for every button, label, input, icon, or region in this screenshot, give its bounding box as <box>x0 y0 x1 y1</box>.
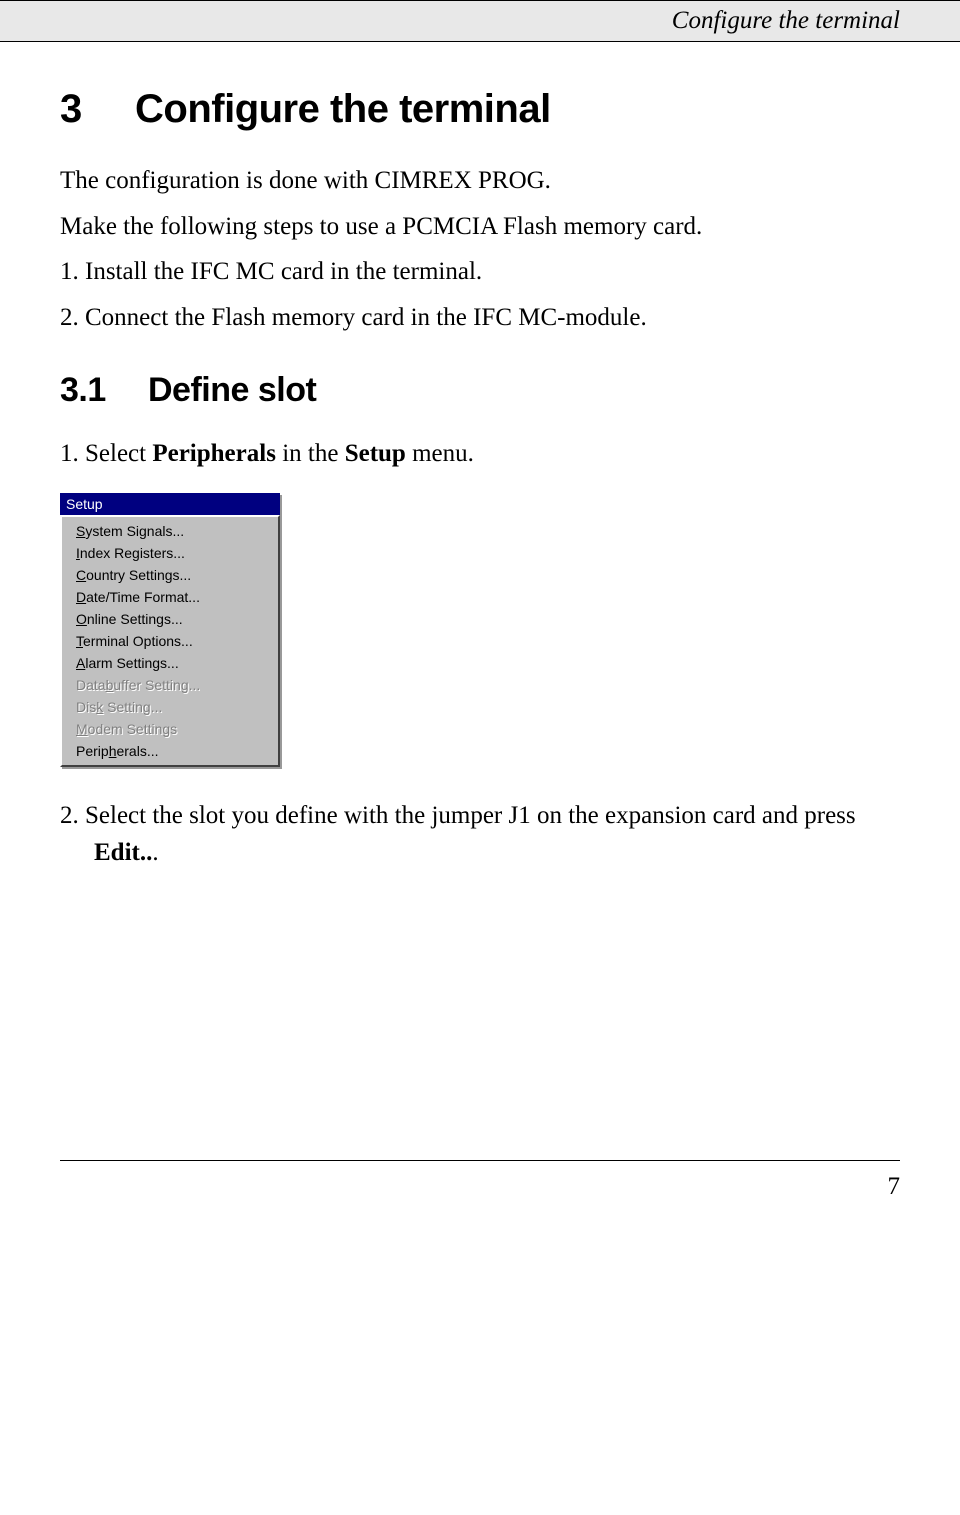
menu-item[interactable]: System Signals... <box>62 520 278 542</box>
section-number: 3 <box>60 87 135 132</box>
sub-step-1: 1. Select Peripherals in the Setup menu. <box>60 435 900 473</box>
menu-body: System Signals...Index Registers...Count… <box>60 515 280 767</box>
step-text-part: . <box>152 839 158 866</box>
menu-titlebar: Setup <box>60 493 280 515</box>
running-header: Configure the terminal <box>0 0 960 42</box>
menu-item: Modem Settings <box>62 718 278 740</box>
menu-item[interactable]: Peripherals... <box>62 740 278 762</box>
step-number: 2. <box>60 802 79 829</box>
step-text-part: Select the slot you define with the jump… <box>85 802 856 829</box>
subsection-heading: 3.1Define slot <box>60 371 900 410</box>
menu-item[interactable]: Alarm Settings... <box>62 652 278 674</box>
sub-step-2: 2. Select the slot you define with the j… <box>60 797 900 872</box>
subsection-number: 3.1 <box>60 371 148 410</box>
whitespace <box>60 880 900 1160</box>
bold-peripherals: Peripherals <box>152 440 276 467</box>
bold-setup: Setup <box>345 440 406 467</box>
menu-item: Disk Setting... <box>62 696 278 718</box>
page-number: 7 <box>0 1161 960 1231</box>
section-heading: 3Configure the terminal <box>60 87 900 132</box>
menu-item[interactable]: Online Settings... <box>62 608 278 630</box>
menu-item: Databuffer Setting... <box>62 674 278 696</box>
menu-item[interactable]: Country Settings... <box>62 564 278 586</box>
step-number: 2. <box>60 304 79 331</box>
step-text-part: menu. <box>406 440 474 467</box>
intro-paragraph-1: The configuration is done with CIMREX PR… <box>60 162 900 200</box>
step-number: 1. <box>60 440 79 467</box>
step-number: 1. <box>60 258 79 285</box>
step-text: Connect the Flash memory card in the IFC… <box>85 304 647 331</box>
setup-menu-screenshot: Setup System Signals...Index Registers..… <box>60 493 280 767</box>
intro-paragraph-2: Make the following steps to use a PCMCIA… <box>60 208 900 246</box>
menu-item[interactable]: Index Registers... <box>62 542 278 564</box>
running-title: Configure the terminal <box>672 7 900 34</box>
subsection-title: Define slot <box>148 371 316 409</box>
step-2: 2. Connect the Flash memory card in the … <box>60 299 900 337</box>
menu-item[interactable]: Date/Time Format... <box>62 586 278 608</box>
section-title: Configure the terminal <box>135 87 551 131</box>
page-content: 3Configure the terminal The configuratio… <box>0 42 960 1160</box>
bold-edit: Edit.. <box>94 839 152 866</box>
step-text: Install the IFC MC card in the terminal. <box>85 258 482 285</box>
step-text-part: in the <box>276 440 345 467</box>
step-text-part: Select <box>85 440 152 467</box>
step-1: 1. Install the IFC MC card in the termin… <box>60 253 900 291</box>
menu-item[interactable]: Terminal Options... <box>62 630 278 652</box>
